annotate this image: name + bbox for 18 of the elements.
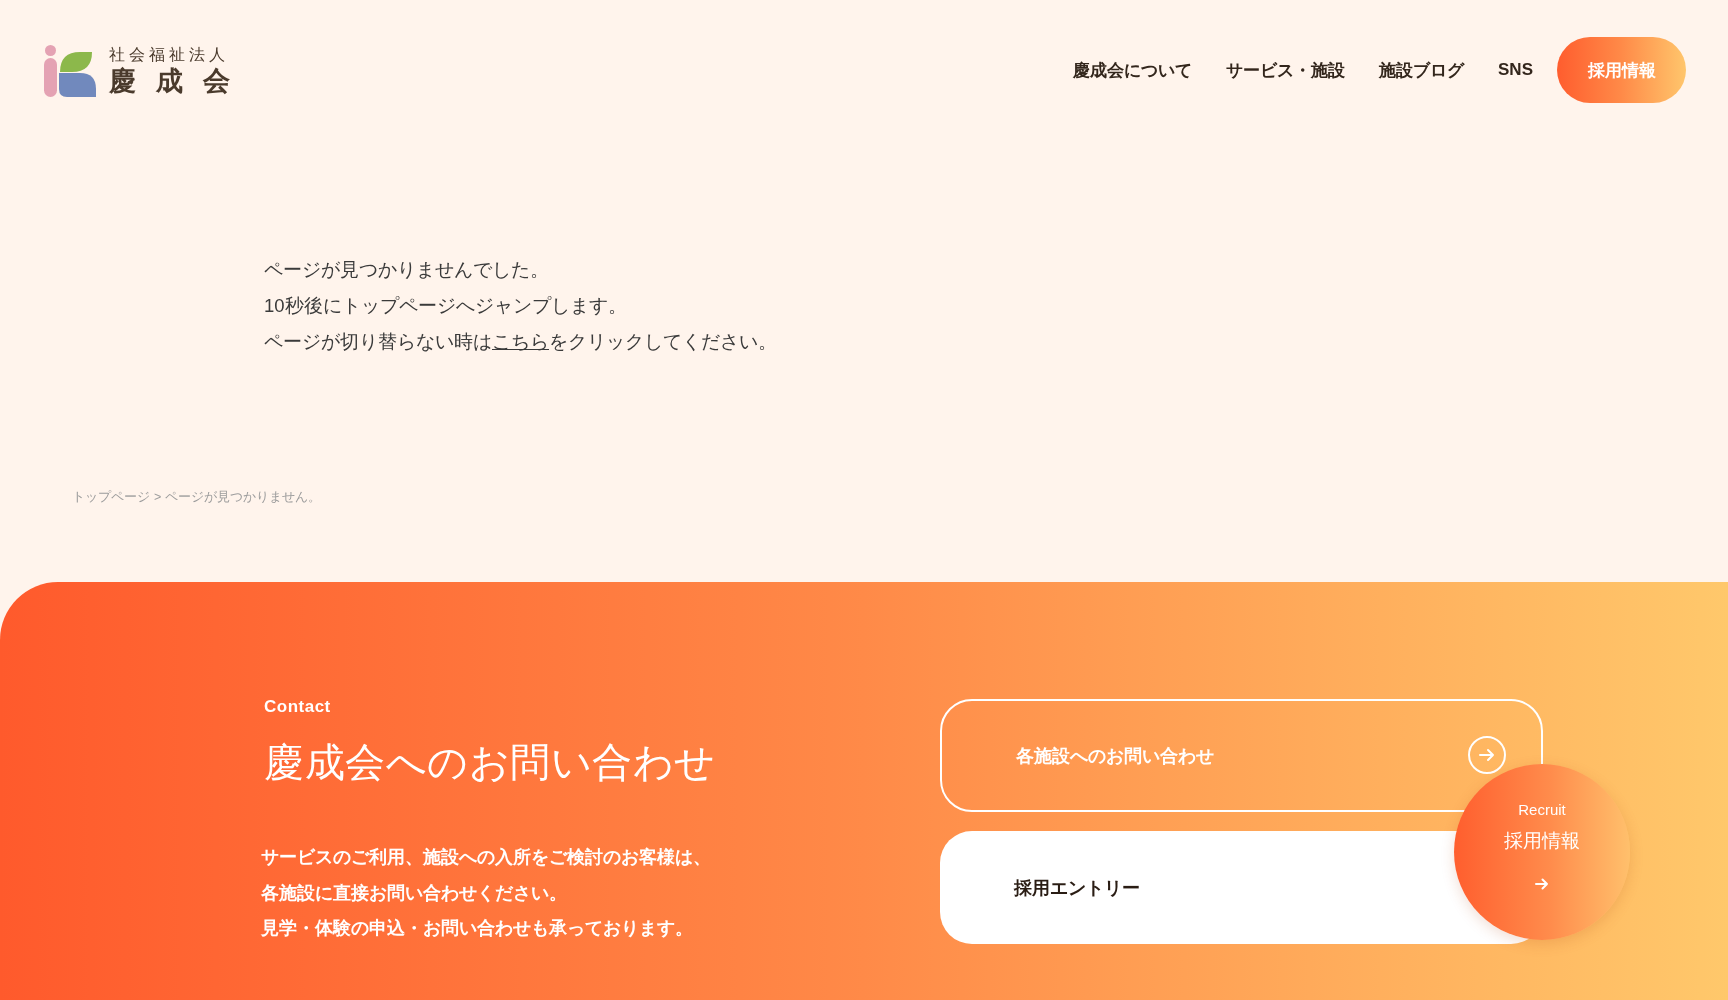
here-link[interactable]: こちら [492,331,549,352]
organization-type-label: 社会福祉法人 [109,45,229,65]
entry-button[interactable]: 採用エントリー [940,831,1454,944]
message-text: 10秒後にトップページへジャンプします。 [264,294,627,318]
logo-icon [44,45,96,97]
description-text: サービスのご利用、施設への入所をご検討のお客様は、 各施設に直接お問い合わせください。 見学・体験の申込・お問い合わせも承っております。 [261,846,711,940]
breadcrumb-current: ページが見つかりません。 [165,489,322,506]
message-text: ページが切り替らない時はこちら をクリックしてください。 [264,330,777,354]
organization-name: 慶成会 [109,65,250,97]
nav-link[interactable]: サービス・施設 [1226,58,1346,82]
arrow-circle-icon [1468,735,1506,774]
message-text: ページが見つかりませんでした。 [264,258,549,282]
nav-link[interactable]: SNS [1498,60,1533,80]
nav-link[interactable]: 慶成会について [1073,58,1193,82]
breadcrumb-separator: > [154,489,162,506]
section-title: 慶成会へのお問い合わせ [264,739,716,787]
nav-link[interactable]: 施設ブログ [1379,58,1465,82]
section-eyebrow: Contact [264,696,331,718]
